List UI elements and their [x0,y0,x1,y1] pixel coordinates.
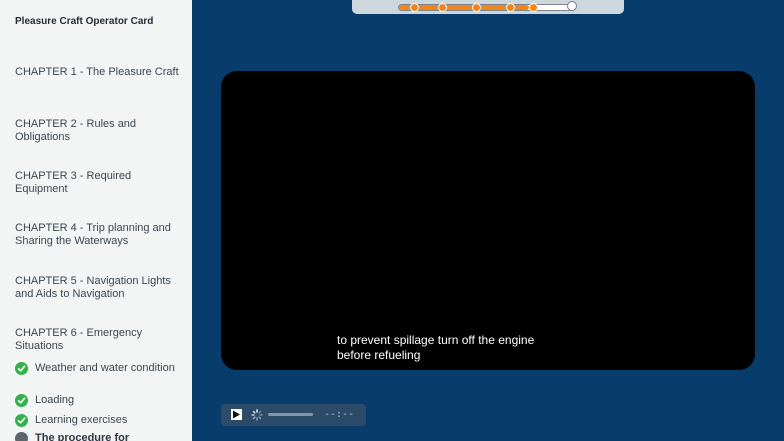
loading-spinner-icon [251,409,263,421]
progress-marker [472,3,481,12]
play-icon [233,410,240,419]
progress-marker [438,3,447,12]
seek-bar[interactable] [268,413,313,416]
lesson-item-weather[interactable]: Weather and water condition [15,362,185,375]
course-title: Pleasure Craft Operator Card [15,16,154,27]
lesson-item-learning-exercises[interactable]: Learning exercises [15,414,185,427]
lesson-label: The procedure for [35,432,130,441]
lesson-label: Loading [35,394,75,406]
sidebar-chapter-3[interactable]: CHAPTER 3 - Required Equipment [15,170,180,195]
video-caption: to prevent spillage turn off the engine … [337,333,637,363]
progress-marker [506,3,515,12]
play-button[interactable] [231,409,242,420]
lesson-label: Learning exercises [35,414,128,426]
sidebar-chapter-5[interactable]: CHAPTER 5 - Navigation Lights and Aids t… [15,275,180,300]
course-sidebar: Pleasure Craft Operator Card CHAPTER 1 -… [0,0,192,441]
current-lesson-icon [15,432,28,441]
progress-marker [529,3,538,12]
caption-line-1: to prevent spillage turn off the engine [337,333,535,347]
lesson-item-loading[interactable]: Loading [15,394,185,407]
progress-end-knob [567,1,577,11]
check-icon [15,362,28,375]
video-player[interactable]: to prevent spillage turn off the engine … [221,71,755,370]
sidebar-chapter-6[interactable]: CHAPTER 6 - Emergency Situations [15,327,180,352]
caption-line-2: before refueling [337,348,421,362]
lesson-label: Weather and water condition [35,362,175,374]
lesson-item-current[interactable]: The procedure for [15,432,185,441]
sidebar-chapter-1[interactable]: CHAPTER 1 - The Pleasure Craft [15,66,180,79]
course-progress-bar [352,0,624,14]
check-icon [15,414,28,427]
video-controls: --:-- [221,404,366,426]
sidebar-chapter-4[interactable]: CHAPTER 4 - Trip planning and Sharing th… [15,222,180,247]
check-icon [15,394,28,407]
sidebar-chapter-2[interactable]: CHAPTER 2 - Rules and Obligations [15,118,180,143]
progress-marker [410,3,419,12]
time-display: --:-- [324,409,355,420]
